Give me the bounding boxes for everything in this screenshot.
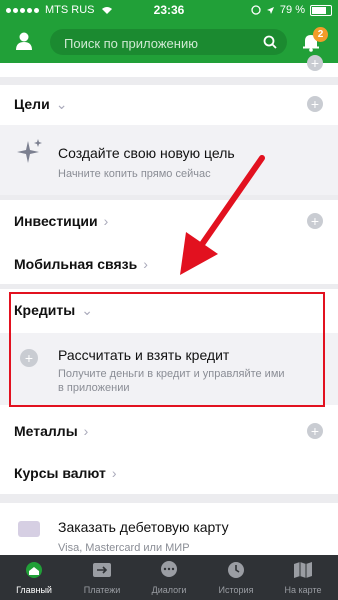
chevron-right-icon: › xyxy=(83,423,89,439)
currency-row[interactable]: Курсы валют › xyxy=(14,465,117,481)
mobile-title: Мобильная связь xyxy=(14,256,138,272)
goals-section: Цели ⌄ + Создайте свою новую цель Начните… xyxy=(0,85,338,195)
app-header: MTS RUS 23:36 79 % 2 xyxy=(0,0,338,63)
metals-currency-section: Металлы › + Курсы валют › xyxy=(0,410,338,494)
tab-dialogs-label: Диалоги xyxy=(151,585,187,595)
investments-mobile-section: Инвестиции › + Мобильная связь › xyxy=(0,200,338,284)
tab-bar: Главный Платежи Диалоги История На карте xyxy=(0,555,338,600)
add-metal-icon[interactable]: + xyxy=(307,423,323,439)
add-investment-icon[interactable]: + xyxy=(307,213,323,229)
goals-header[interactable]: Цели ⌄ xyxy=(14,96,67,113)
chevron-right-icon: › xyxy=(103,213,109,229)
search-icon[interactable] xyxy=(263,35,277,49)
debit-card-title: Заказать дебетовую карту xyxy=(58,519,229,535)
debit-card-section[interactable]: Заказать дебетовую карту Visa, Mastercar… xyxy=(0,503,338,555)
metals-title: Металлы xyxy=(14,423,78,439)
chevron-right-icon: › xyxy=(111,465,117,481)
location-icon xyxy=(266,6,274,14)
chevron-right-icon: › xyxy=(143,256,148,272)
tab-map-label: На карте xyxy=(284,585,322,595)
tab-payments-label: Платежи xyxy=(83,585,121,595)
partial-section-card: + xyxy=(0,55,338,77)
currency-title: Курсы валют xyxy=(14,465,106,481)
investments-title: Инвестиции xyxy=(14,213,98,229)
highlight-box xyxy=(9,292,325,407)
lock-rotation-icon xyxy=(251,5,261,15)
profile-icon[interactable] xyxy=(14,31,34,51)
tab-dialogs[interactable]: Диалоги xyxy=(135,555,203,600)
tab-history[interactable]: История xyxy=(202,555,270,600)
tab-home[interactable]: Главный xyxy=(0,555,68,600)
search-input[interactable] xyxy=(62,29,256,57)
battery-percent: 79 % xyxy=(279,4,305,16)
add-goal-icon[interactable]: + xyxy=(307,96,323,112)
map-icon xyxy=(294,562,312,578)
card-icon xyxy=(18,521,40,537)
clock-icon xyxy=(228,562,244,578)
create-goal-block[interactable]: Создайте свою новую цель Начните копить … xyxy=(0,125,338,195)
tab-history-label: История xyxy=(218,585,254,595)
mobile-row[interactable]: Мобильная связь › xyxy=(14,256,148,272)
sparkle-icon xyxy=(17,139,42,163)
goals-title: Цели xyxy=(14,96,50,112)
annotation-arrow xyxy=(180,155,265,275)
status-bar: MTS RUS 23:36 79 % xyxy=(0,0,338,20)
tab-payments[interactable]: Платежи xyxy=(68,555,136,600)
chat-icon xyxy=(161,561,177,577)
investments-row[interactable]: Инвестиции › xyxy=(14,213,108,229)
tab-home-label: Главный xyxy=(16,585,52,595)
home-icon xyxy=(26,562,42,578)
add-icon[interactable]: + xyxy=(307,55,323,71)
tab-map[interactable]: На карте xyxy=(269,555,337,600)
search-bar[interactable] xyxy=(50,29,287,57)
battery-icon xyxy=(310,4,332,16)
notification-badge: 2 xyxy=(313,27,328,42)
metals-row[interactable]: Металлы › xyxy=(14,423,88,439)
chevron-down-icon: ⌄ xyxy=(55,96,68,112)
debit-card-desc: Visa, Mastercard или МИР xyxy=(58,542,190,554)
transfer-icon xyxy=(93,563,111,577)
